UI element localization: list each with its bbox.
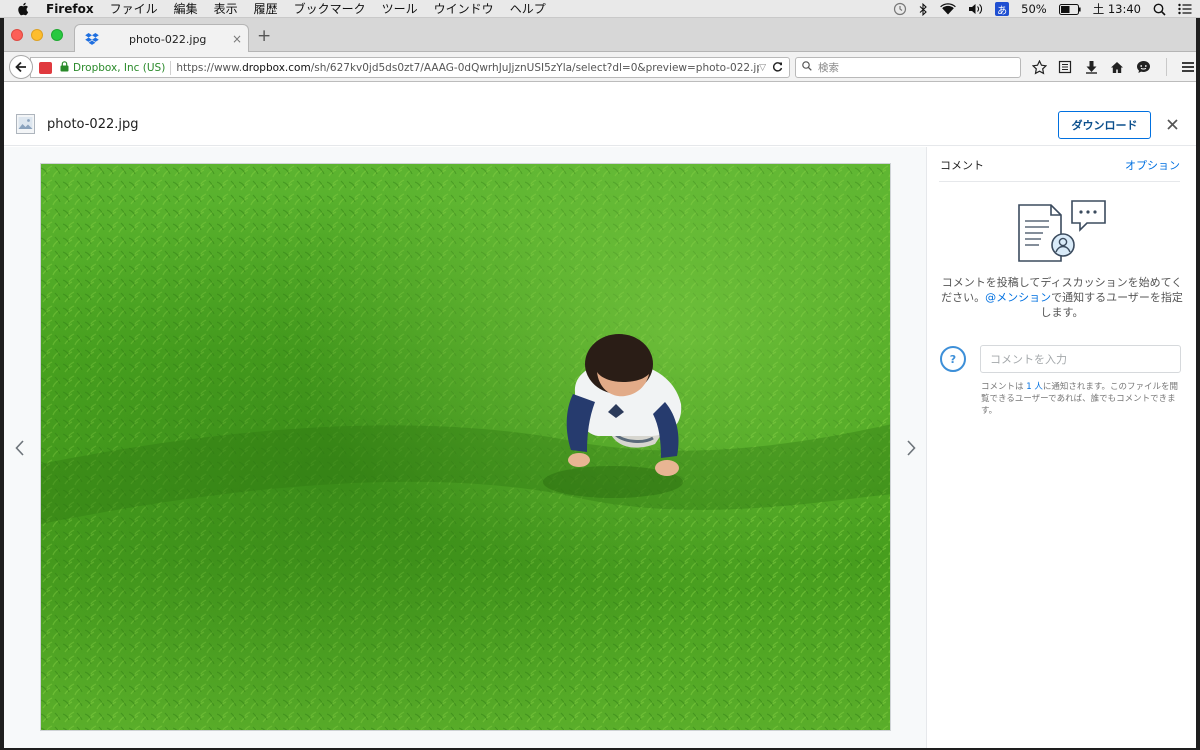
hamburger-menu-icon[interactable] [1179,58,1196,76]
menu-edit[interactable]: 編集 [174,0,198,17]
menu-window[interactable]: ウインドウ [434,0,494,17]
menubar-status-area: あ 50% 土 13:40 [893,0,1192,18]
comment-notification-note: コメントは 1 人に通知されます。このファイルを閲覧できるユーザーであれば、誰で… [981,381,1183,417]
menubar: Firefox ファイル 編集 表示 履歴 ブックマーク ツール ウインドウ ヘ… [0,0,1200,18]
new-tab-button[interactable]: + [257,26,271,46]
time-machine-icon[interactable] [893,2,907,16]
menu-file[interactable]: ファイル [110,0,158,17]
menu-view[interactable]: 表示 [214,0,238,17]
menu-tools[interactable]: ツール [382,0,418,17]
home-icon[interactable] [1108,58,1126,76]
window-close-button[interactable] [11,29,23,41]
note-text-1: コメントは [981,382,1027,392]
download-button[interactable]: ダウンロード [1058,111,1151,139]
toolbar-buttons [1030,58,1196,76]
menu-app-firefox[interactable]: Firefox [46,2,94,16]
comments-panel: コメント オプション コメントを投稿してディスカッションを始めてください。@メン… [926,147,1196,748]
reload-icon[interactable] [772,61,783,75]
comments-options-link[interactable]: オプション [1125,157,1180,173]
url-text[interactable]: https://www.dropbox.com/sh/627kv0jd5ds0z… [176,62,759,74]
pocket-icon[interactable] [39,61,52,74]
image-file-icon [16,114,35,134]
commenter-avatar: ? [940,346,966,372]
bookmark-star-icon[interactable] [1030,58,1048,76]
reading-list-icon[interactable] [1056,58,1074,76]
window-maximize-button[interactable] [51,29,63,41]
tab-bar: photo-022.jpg × + [4,18,1196,53]
url-separator [170,60,172,75]
file-header: photo-022.jpg ダウンロード [4,82,1196,146]
image-viewer [4,147,926,748]
spotlight-icon[interactable] [1153,3,1166,16]
tab-close-icon[interactable]: × [232,32,242,46]
volume-icon[interactable] [968,3,983,15]
url-history-dropdown-icon[interactable]: ▽ [759,63,766,73]
url-path: /sh/627kv0jd5ds0zt7/AAAG-0dQwrhJuJjznUSI… [310,61,760,74]
navigation-toolbar: Dropbox, Inc (US) https://www.dropbox.co… [4,52,1196,82]
browser-window: photo-022.jpg × + Dropbox, Inc (US) http… [4,18,1196,748]
hello-chat-icon[interactable] [1134,58,1152,76]
close-preview-icon[interactable] [1164,116,1180,132]
menu-bookmarks[interactable]: ブックマーク [294,0,366,17]
search-placeholder: 検索 [818,62,839,74]
comment-document-illustration-icon [1017,199,1109,263]
url-domain: dropbox.com [242,61,311,74]
comments-divider [939,181,1180,182]
input-method-icon[interactable]: あ [995,2,1010,17]
search-bar[interactable]: 検索 [795,57,1021,78]
tab-photo-022[interactable]: photo-022.jpg × [74,24,249,53]
notification-center-icon[interactable] [1178,3,1192,15]
tab-title: photo-022.jpg [129,32,207,46]
downloads-icon[interactable] [1082,58,1100,76]
previous-file-chevron-left-icon[interactable] [12,439,26,457]
preview-photo [40,163,891,731]
apple-icon[interactable] [14,2,32,16]
comments-empty-description: コメントを投稿してディスカッションを始めてください。@メンションで通知するユーザ… [941,275,1183,320]
desc-text-2: で通知するユーザーを指定します。 [1040,291,1183,319]
url-prefix: https://www. [176,61,243,74]
next-file-chevron-right-icon[interactable] [904,439,918,457]
site-identity[interactable]: Dropbox, Inc (US) [73,62,165,74]
clock[interactable]: 土 13:40 [1093,1,1141,17]
dropbox-favicon-icon [85,32,99,46]
file-name: photo-022.jpg [47,117,139,132]
comments-title: コメント [940,159,984,172]
url-bar[interactable]: Dropbox, Inc (US) https://www.dropbox.co… [30,57,790,78]
battery-percent: 50% [1021,2,1047,16]
battery-icon[interactable] [1058,3,1081,15]
window-minimize-button[interactable] [31,29,43,41]
menu-history[interactable]: 履歴 [254,0,278,17]
toolbar-divider [1166,58,1167,76]
wifi-icon[interactable] [940,3,956,15]
dropbox-preview-page: photo-022.jpg ダウンロード コメント オプション コメントを投稿し… [4,82,1196,748]
notified-user-count-link[interactable]: 1 人 [1026,382,1043,392]
back-button[interactable] [9,55,33,79]
lock-icon[interactable] [60,60,69,75]
menu-help[interactable]: ヘルプ [510,0,546,17]
search-icon [802,61,812,74]
comment-input[interactable] [980,345,1181,373]
bluetooth-icon[interactable] [919,2,928,16]
mention-link[interactable]: @メンション [985,291,1051,304]
